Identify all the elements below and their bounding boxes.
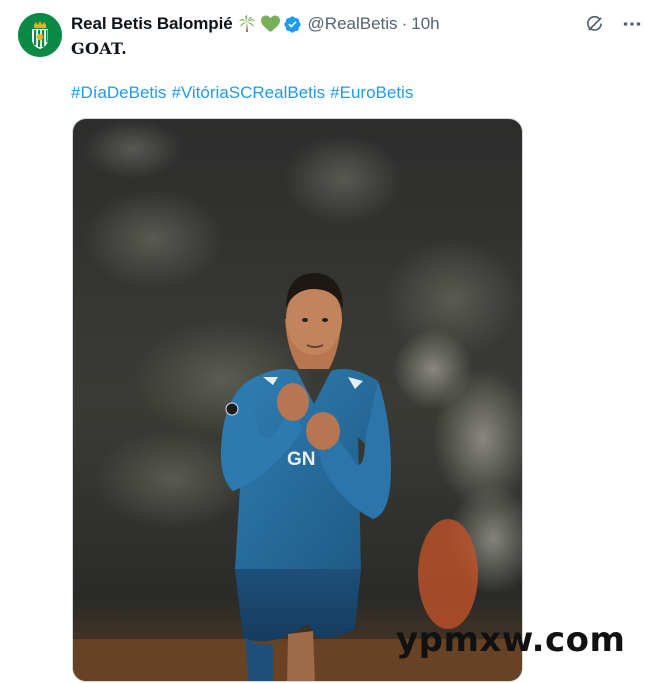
tweet-photo[interactable]: GN <box>72 118 523 682</box>
hashtag-link[interactable]: #EuroBetis <box>330 83 413 103</box>
hashtag-link[interactable]: #DíaDeBetis <box>71 83 166 103</box>
player-celebration-photo: GN <box>73 119 522 681</box>
handle[interactable]: @RealBetis <box>308 14 398 34</box>
tweet-text: GOAT. <box>71 39 128 58</box>
shirt-sponsor-text: GN <box>287 449 316 470</box>
separator-dot: · <box>401 14 408 33</box>
tweet-tools <box>584 14 642 34</box>
tweet-header: Real Betis Balompié @RealBetis · 10h <box>71 13 440 35</box>
green-heart-emoji-icon <box>260 15 280 33</box>
grok-icon[interactable] <box>584 14 604 34</box>
avatar[interactable] <box>18 13 62 57</box>
watermark: ypmxw.com <box>396 620 626 660</box>
display-name[interactable]: Real Betis Balompié <box>71 14 233 34</box>
hashtags: #DíaDeBetis #VitóriaSCRealBetis #EuroBet… <box>71 83 413 103</box>
palm-tree-emoji-icon <box>238 15 256 33</box>
real-betis-crest-icon <box>18 13 62 57</box>
timestamp[interactable]: 10h <box>411 14 439 34</box>
tweet: Real Betis Balompié @RealBetis · 10h GOA… <box>0 0 660 683</box>
more-dots-icon[interactable] <box>622 14 642 34</box>
verified-badge-icon[interactable] <box>283 15 302 34</box>
hashtag-link[interactable]: #VitóriaSCRealBetis <box>171 83 325 103</box>
